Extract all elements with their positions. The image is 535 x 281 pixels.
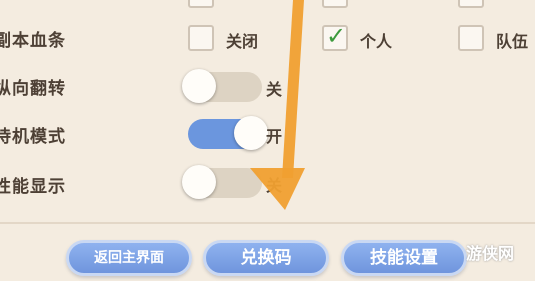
down-arrow-annotation-icon: [250, 0, 305, 210]
watermark-logo: 游侠网: [466, 244, 515, 263]
